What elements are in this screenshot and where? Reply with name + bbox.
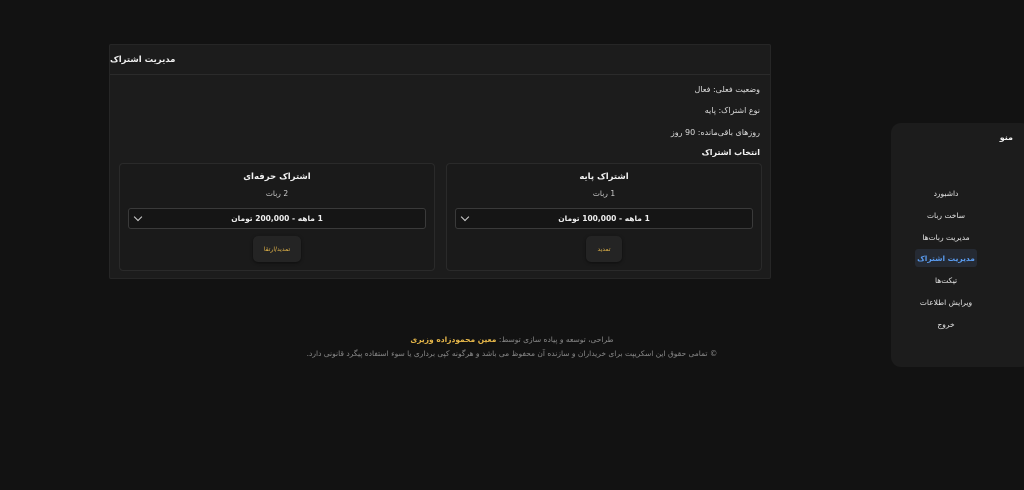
subscription-panel: مدیریت اشتراک وضعیت فعلی: فعال نوع اشترا…: [109, 44, 771, 279]
sidebar-title: منو: [999, 133, 1013, 142]
sidebar-item-logout[interactable]: خروج: [915, 315, 977, 333]
type-line: نوع اشتراک: پایه: [704, 106, 760, 115]
footer-credit: طراحی، توسعه و پیاده سازی توسط: معین محم…: [0, 335, 1024, 344]
sidebar-item-edit-profile[interactable]: ویرایش اطلاعات: [915, 293, 977, 311]
sidebar-item-manage-bots[interactable]: مدیریت ربات‌ها: [915, 228, 977, 246]
credit-prefix: طراحی، توسعه و پیاده سازی توسط:: [498, 335, 614, 344]
renew-upgrade-button[interactable]: تمدید/ارتقا: [253, 236, 301, 262]
plan-card-pro: اشتراک حرفه‌ای 2 ربات 1 ماهه - 200,000 ت…: [119, 163, 435, 271]
plan-bots: 2 ربات: [265, 189, 289, 198]
plan-duration-select[interactable]: 1 ماهه - 200,000 تومان: [128, 208, 426, 229]
select-subscription-title: انتخاب اشتراک: [701, 148, 760, 157]
status-line: وضعیت فعلی: فعال: [694, 85, 761, 94]
sidebar-menu: منو داشبورد ساخت ربات مدیریت ربات‌ها مدی…: [891, 123, 1024, 367]
sidebar-item-dashboard[interactable]: داشبورد: [915, 184, 977, 202]
chevron-down-icon: [133, 212, 143, 222]
sidebar-item-tickets[interactable]: تیکت‌ها: [915, 271, 977, 289]
panel-title: مدیریت اشتراک: [110, 45, 770, 75]
plan-duration-select[interactable]: 1 ماهه - 100,000 تومان: [455, 208, 753, 229]
sidebar-item-manage-subscription[interactable]: مدیریت اشتراک: [915, 249, 977, 267]
plan-name: اشتراک حرفه‌ای: [243, 172, 311, 182]
select-value: 1 ماهه - 100,000 تومان: [558, 214, 650, 223]
days-line: روزهای باقی‌مانده: 90 روز: [670, 128, 760, 137]
plan-card-basic: اشتراک پایه 1 ربات 1 ماهه - 100,000 توما…: [446, 163, 762, 271]
footer-copyright: © تمامی حقوق این اسکریپت برای خریداران و…: [306, 349, 718, 358]
author-name: معین محمودزاده وزیری: [410, 335, 497, 344]
chevron-down-icon: [460, 212, 470, 222]
renew-button[interactable]: تمدید: [586, 236, 622, 262]
select-value: 1 ماهه - 200,000 تومان: [231, 214, 323, 223]
plan-bots: 1 ربات: [592, 189, 616, 198]
plan-name: اشتراک پایه: [579, 172, 629, 182]
sidebar-item-create-bot[interactable]: ساخت ربات: [915, 206, 977, 224]
